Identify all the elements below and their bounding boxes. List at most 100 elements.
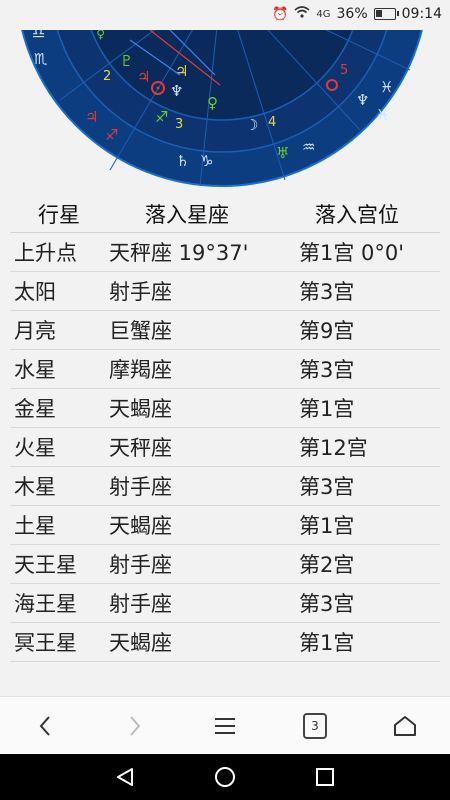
- libra-glyph-icon: ♎: [32, 30, 45, 42]
- sign-cell: 天秤座: [105, 427, 295, 467]
- house-cell: 第1宫: [295, 388, 440, 428]
- aries-glyph-icon: ♏: [34, 50, 48, 68]
- sign-cell: 天蝎座: [105, 388, 295, 428]
- pisces2-glyph-icon: ♓: [380, 78, 393, 96]
- header-sign: 落入星座: [105, 196, 295, 233]
- house-cell: 第3宫: [295, 583, 440, 623]
- house-number-5: 5: [340, 63, 348, 78]
- aquarius-glyph-icon: ♒: [302, 138, 315, 156]
- planet-cell: 水星: [10, 349, 105, 389]
- venus-glyph-icon: ♀: [207, 94, 218, 112]
- menu-icon: [215, 718, 235, 734]
- sagittarius-glyph-icon: ♐: [155, 108, 168, 126]
- sign-cell: 天蝎座: [105, 622, 295, 662]
- planet-cell: 海王星: [10, 583, 105, 623]
- planet-cell: 冥王星: [10, 622, 105, 662]
- square-recents-icon: [316, 768, 334, 786]
- house-cell: 第3宫: [295, 271, 440, 311]
- capricorn-glyph-icon: ♑: [200, 152, 213, 170]
- alarm-icon: ⏰: [272, 6, 289, 22]
- planet-cell: 金星: [10, 388, 105, 428]
- header-house: 落入宫位: [295, 196, 440, 233]
- pluto-glyph-icon: ♇: [120, 52, 133, 70]
- sign-cell: 射手座: [105, 583, 295, 623]
- neptune-glyph-icon: ♆: [170, 82, 183, 100]
- planet-cell: 太阳: [10, 271, 105, 311]
- table-row: 金星 天蝎座 第1宫: [10, 388, 440, 428]
- table-row: 土星 天蝎座 第1宫: [10, 505, 440, 545]
- planet-cell: 天王星: [10, 544, 105, 584]
- planet-table: 行星 落入星座 落入宫位 上升点 天秤座 19°37' 第1宫 0°0' 太阳 射手座第…: [10, 196, 440, 662]
- moon-icon: ☽: [245, 116, 258, 134]
- clock: 09:14: [401, 6, 442, 22]
- browser-toolbar: 3: [0, 696, 450, 755]
- table-row: 木星 射手座 第3宫: [10, 466, 440, 506]
- table-row: 天王星 射手座 第2宫: [10, 544, 440, 584]
- house-cell: 第3宫: [295, 349, 440, 389]
- house-cell: 第3宫: [295, 466, 440, 506]
- natal-chart: 2 3 4 5 ♏ ♎ ☿ ♇ ♃ ♆ ♃ ♀ ♐ ♃ ♐ ☽ ♄ ♑ ♅ ♒ …: [0, 30, 450, 190]
- house-cell: 第9宫: [295, 310, 440, 350]
- table-row: 月亮 巨蟹座 第9宫: [10, 310, 440, 350]
- capricorn-red-icon: ♐: [105, 126, 118, 144]
- mars-glyph-icon: ♃: [137, 68, 150, 86]
- uranus-glyph-icon: ♅: [276, 144, 289, 162]
- jupiter-glyph-icon: ♃: [175, 62, 188, 80]
- triangle-back-icon: [117, 768, 133, 786]
- back-button[interactable]: [15, 697, 75, 755]
- table-row: 太阳 射手座 第3宫: [10, 271, 440, 311]
- pisces-glyph-icon: ♓: [376, 106, 389, 124]
- house-cell: 第2宫: [295, 544, 440, 584]
- planet-cell: 月亮: [10, 310, 105, 350]
- house-cell: 第1宫: [295, 622, 440, 662]
- nav-back-button[interactable]: [95, 754, 155, 800]
- sign-cell: 摩羯座: [105, 349, 295, 389]
- table-row: 火星 天秤座 第12宫: [10, 427, 440, 467]
- jupiter-red-glyph-icon: ♃: [85, 108, 98, 126]
- status-icons: ⏰ 4G 36% 09:14: [272, 6, 442, 22]
- sign-cell: 巨蟹座: [105, 310, 295, 350]
- back-icon: [39, 716, 50, 736]
- mercury-glyph-icon: ☿: [96, 30, 105, 42]
- forward-button[interactable]: [105, 697, 165, 755]
- forward-icon: [130, 716, 141, 736]
- nav-recents-button[interactable]: [295, 754, 355, 800]
- circle-home-icon: [215, 767, 235, 787]
- nav-home-button[interactable]: [195, 754, 255, 800]
- house-cell: 第1宫: [295, 505, 440, 545]
- battery-icon: [373, 8, 399, 20]
- sign-cell: 射手座: [105, 544, 295, 584]
- house-number-2: 2: [103, 69, 111, 84]
- house-number-4: 4: [268, 115, 276, 130]
- table-row: 冥王星 天蝎座 第1宫: [10, 622, 440, 662]
- sign-cell: 射手座: [105, 271, 295, 311]
- house-cell: 第12宫: [295, 427, 440, 467]
- system-nav-bar: [0, 754, 450, 800]
- status-bar: ⏰ 4G 36% 09:14: [0, 0, 450, 30]
- saturn-glyph-icon: ♄: [176, 152, 189, 170]
- house-cell: 第1宫 0°0': [295, 232, 440, 272]
- sign-cell: 射手座: [105, 466, 295, 506]
- planet-cell: 上升点: [10, 232, 105, 272]
- house-number-3: 3: [175, 117, 183, 132]
- planet-cell: 木星: [10, 466, 105, 506]
- sign-cell: 天蝎座: [105, 505, 295, 545]
- signal-icon: 4G: [316, 8, 331, 20]
- planet-cell: 火星: [10, 427, 105, 467]
- table-row: 水星 摩羯座 第3宫: [10, 349, 440, 389]
- sign-cell: 天秤座 19°37': [105, 232, 295, 272]
- wifi-icon: [294, 6, 310, 22]
- tabs-button[interactable]: 3: [285, 697, 345, 755]
- neptune2-glyph-icon: ♆: [356, 91, 369, 109]
- table-row: 上升点 天秤座 19°37' 第1宫 0°0': [10, 232, 440, 272]
- home-button[interactable]: [375, 697, 435, 755]
- battery-percent: 36%: [336, 6, 368, 22]
- table-row: 海王星 射手座 第3宫: [10, 583, 440, 623]
- natal-chart-wheel: 2 3 4 5 ♏ ♎ ☿ ♇ ♃ ♆ ♃ ♀ ♐ ♃ ♐ ☽ ♄ ♑ ♅ ♒ …: [21, 30, 423, 187]
- tabs-count: 3: [303, 713, 327, 739]
- menu-button[interactable]: [195, 697, 255, 755]
- header-planet: 行星: [10, 196, 105, 233]
- planet-cell: 土星: [10, 505, 105, 545]
- home-icon: [394, 716, 416, 736]
- table-header-row: 行星 落入星座 落入宫位: [10, 196, 440, 233]
